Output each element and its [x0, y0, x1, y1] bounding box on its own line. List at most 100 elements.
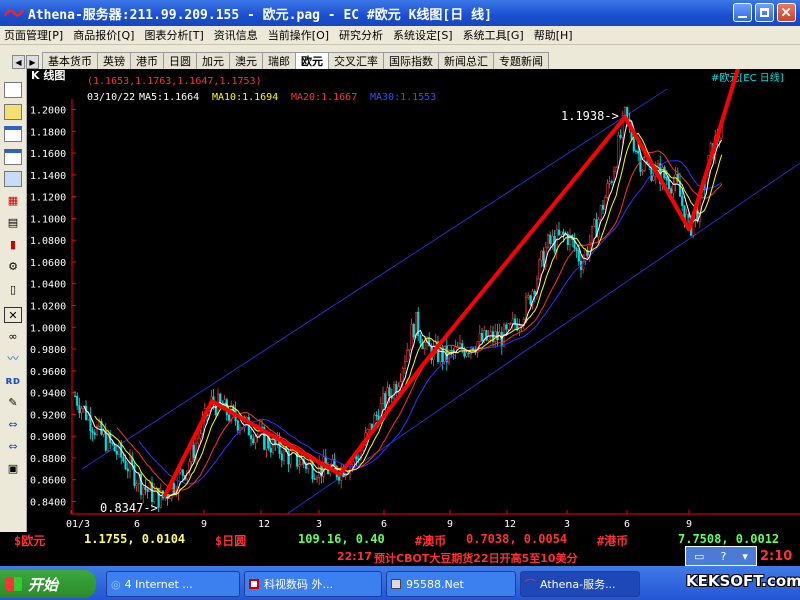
candle-body: [406, 350, 409, 362]
candle-body: [667, 179, 671, 189]
tab-news[interactable]: 新闻总汇: [438, 52, 494, 69]
candle-body: [73, 395, 77, 397]
candle-body: [540, 250, 543, 261]
menu-research[interactable]: 研究分析: [335, 27, 389, 43]
menu-page[interactable]: 页面管理[P]: [0, 27, 69, 43]
candle-body: [467, 352, 470, 354]
tab-special-news[interactable]: 专题新闻: [493, 52, 549, 69]
zoom-in-icon[interactable]: ⇔: [4, 417, 22, 433]
menu-tools[interactable]: 系统工具[G]: [459, 27, 530, 43]
taskbar-item-athena[interactable]: ⌒ Athena-服务...: [520, 571, 640, 597]
tab-cross-rates[interactable]: 交叉汇率: [328, 52, 384, 69]
taskbar-item-kesi[interactable]: 科视数码 外...: [244, 571, 382, 597]
kd-icon[interactable]: ʀᴅ: [4, 373, 22, 389]
open-icon[interactable]: [4, 104, 22, 120]
zoom-out-icon[interactable]: ⇔: [4, 439, 22, 455]
x-tick-label: 12: [504, 519, 516, 530]
candle-body: [366, 429, 369, 434]
candle-body: [632, 138, 635, 152]
menu-chart[interactable]: 图表分析[T]: [140, 27, 209, 43]
tab-gbp[interactable]: 英镑: [97, 52, 131, 69]
low-annotation: 0.8347->: [100, 501, 158, 515]
candle-body: [76, 395, 79, 406]
tab-basic-currency[interactable]: 基本货币: [42, 52, 98, 69]
tab-aud[interactable]: 澳元: [229, 52, 263, 69]
app-icon: [4, 9, 24, 17]
print-icon[interactable]: ▣: [4, 461, 22, 477]
candle-body: [313, 478, 316, 480]
options-icon[interactable]: ▾: [742, 550, 748, 563]
quote-aud-name[interactable]: #澳币: [415, 532, 446, 549]
menu-settings[interactable]: 系统设定[S]: [389, 27, 459, 43]
tab-scroll-left-button[interactable]: ◀: [12, 55, 25, 69]
menu-info[interactable]: 资讯信息: [210, 27, 264, 43]
chart-icon[interactable]: ▦: [4, 193, 22, 209]
candle-body: [606, 183, 609, 198]
language-bar[interactable]: ▭ ? ▾: [685, 546, 757, 566]
candle-body: [443, 345, 446, 362]
binoculars-icon[interactable]: ∞: [4, 329, 22, 345]
candle-body: [298, 464, 301, 467]
date-readout: 03/10/22: [87, 92, 135, 103]
quote-jpy-name[interactable]: $日圆: [215, 532, 246, 549]
new-page-icon[interactable]: [4, 82, 22, 98]
kline-chart[interactable]: K 线图 (1.1653,1.1763,1.1647,1.1753) 03/10…: [27, 44, 800, 532]
menu-help[interactable]: 帮助[H]: [530, 27, 579, 43]
table-icon[interactable]: [4, 171, 22, 187]
taskbar-item-ie[interactable]: ◎ 4 Internet ...: [106, 571, 240, 597]
menu-operation[interactable]: 当前操作[O]: [264, 27, 335, 43]
x-tick-label: 3: [564, 519, 570, 530]
minimize-button[interactable]: [733, 3, 752, 22]
clock: 2:10: [760, 549, 793, 564]
tab-hkd[interactable]: 港币: [130, 52, 164, 69]
maximize-button[interactable]: [755, 3, 774, 22]
quote-eur-name[interactable]: $欧元: [14, 532, 45, 549]
cross-icon[interactable]: ✕: [4, 307, 22, 323]
window-icon[interactable]: [4, 126, 22, 142]
tab-scroll-right-button[interactable]: ▶: [26, 55, 39, 69]
report-icon[interactable]: ▤: [4, 215, 22, 231]
keyboard-icon[interactable]: ▭: [694, 550, 704, 563]
taskbar-item-label: Athena-服务...: [540, 578, 616, 591]
candle-body: [236, 420, 239, 431]
y-tick-label: 1.0200: [30, 302, 66, 313]
trash-icon[interactable]: ▯: [4, 282, 22, 298]
tab-intl-index[interactable]: 国际指数: [383, 52, 439, 69]
candle-body: [126, 468, 129, 472]
quote-ticker: $欧元 1.1755, 0.0104 $日圆 109.16, 0.40 #澳币 …: [0, 532, 800, 548]
ma5-readout: MA5:1.1664: [139, 92, 199, 103]
candle-body: [315, 477, 319, 480]
x-tick-label: 01/3: [66, 519, 90, 530]
quote-eur-value: 1.1755, 0.0104: [84, 532, 186, 546]
candle-body: [192, 444, 195, 459]
tools-icon[interactable]: ⚙: [4, 259, 22, 275]
taskbar-item-95588[interactable]: 95588.Net: [386, 571, 516, 597]
bar-chart-icon[interactable]: ▮: [4, 237, 22, 253]
candle-body: [289, 450, 292, 465]
tab-eur[interactable]: 欧元: [295, 52, 329, 69]
ma30-readout: MA30:1.1553: [370, 92, 436, 103]
ohlc-readout: (1.1653,1.1763,1.1647,1.1753): [87, 76, 262, 87]
candle-body: [91, 430, 94, 434]
y-tick-label: 1.1800: [30, 127, 66, 138]
news-headline[interactable]: 预计CBOT大豆期货22日开高5至10美分: [374, 550, 578, 566]
tab-jpy[interactable]: 日圆: [163, 52, 197, 69]
tab-cad[interactable]: 加元: [196, 52, 230, 69]
y-tick-label: 1.0000: [30, 323, 66, 334]
help-icon[interactable]: ?: [721, 550, 727, 563]
menu-quote[interactable]: 商品报价[Q]: [69, 27, 140, 43]
start-button[interactable]: 开始: [0, 570, 96, 598]
close-button[interactable]: [777, 3, 796, 22]
list-icon[interactable]: [4, 149, 22, 165]
candle-body: [458, 343, 462, 348]
candle-body: [252, 438, 255, 444]
line-chart-icon[interactable]: 〰: [4, 351, 22, 367]
windows-taskbar: 开始 ◎ 4 Internet ... 科视数码 外... 95588.Net ⌒…: [0, 566, 800, 600]
pen-icon[interactable]: ✎: [4, 395, 22, 411]
taskbar-item-label: 95588.Net: [406, 577, 464, 591]
candle-body: [368, 423, 371, 430]
candle-body: [401, 368, 404, 382]
candle-body: [480, 333, 484, 342]
tab-chf[interactable]: 瑞郎: [262, 52, 296, 69]
quote-hkd-name[interactable]: #港币: [597, 532, 628, 549]
